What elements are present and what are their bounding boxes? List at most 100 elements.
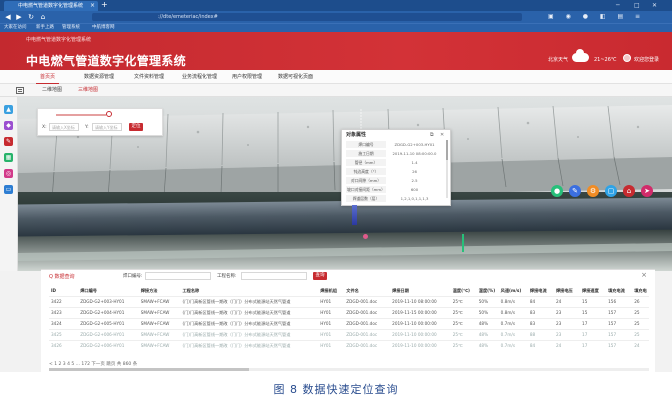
column-header[interactable]: 焊接日期 (390, 286, 451, 297)
user-menu[interactable]: 欢迎您登录 (634, 56, 659, 64)
bookmark-item[interactable]: 大家在访问 (4, 24, 27, 32)
column-header[interactable]: 焊接方法 (139, 286, 181, 297)
attr-row: 焊口编号 ZDGD-G2+003-HY01 (346, 141, 442, 148)
search-button[interactable]: 查询 (313, 272, 327, 280)
tab-2d-map[interactable]: 二维地图 (42, 86, 62, 95)
table-cell: 17 (582, 343, 588, 348)
y-coordinate-input[interactable]: 请输入Y坐标 (92, 123, 122, 131)
table-cell: ZDGD-001.doc (346, 343, 378, 348)
bookmark-item[interactable]: 管理系统 (62, 24, 80, 32)
green-marker[interactable] (462, 234, 464, 252)
selected-weld-marker[interactable] (352, 205, 357, 225)
query-title: Q 数据查询 (49, 274, 75, 280)
back-icon[interactable]: ◀ (3, 12, 13, 22)
table-cell: 157 (608, 332, 617, 337)
column-header[interactable]: 焊接机组 (318, 286, 344, 297)
column-header[interactable]: ID (49, 286, 78, 297)
tool-green-icon[interactable]: ● (551, 185, 563, 197)
table-row[interactable]: 3426 ZDGD-G2+006-HY01 SMAW+FCAW (门)门高新区管线一期… (49, 340, 649, 352)
table-cell: 48% (478, 343, 489, 348)
table-cell: (门)门高新区管线一期改（门门）分布式能源站天然气管道 (182, 299, 291, 304)
locate-button[interactable]: 定位 (129, 123, 143, 131)
tool-orange-icon[interactable]: ⚙ (587, 185, 599, 197)
column-header[interactable]: 湿度(%) (477, 286, 499, 297)
bookmark-item[interactable]: 中航博客网 (92, 24, 115, 32)
popup-scrollbar[interactable] (446, 140, 448, 198)
query-close-icon[interactable]: × (641, 271, 647, 279)
minimize-icon[interactable]: ─ (616, 0, 620, 11)
url-input[interactable]: ://dte/emeteriac/index# (92, 13, 522, 21)
tool-nav-icon[interactable]: ➤ (641, 185, 653, 197)
weld-no-input[interactable] (145, 272, 211, 280)
table-cell: HY01 (320, 299, 332, 304)
column-header[interactable]: 焊口编号 (78, 286, 139, 297)
measure-icon[interactable]: ◆ (4, 121, 13, 130)
column-header[interactable]: 填充电流 (606, 286, 632, 297)
tab-close-icon[interactable]: × (90, 1, 95, 11)
table-cell: 3425 (51, 332, 62, 337)
window-close-icon[interactable]: ✕ (652, 0, 657, 11)
column-header[interactable]: 焊接速度 (580, 286, 606, 297)
coordinate-panel: X: 请输入X坐标 Y: 请输入Y坐标 定位 (37, 108, 163, 136)
table-cell: 2019-11-10 00:00:00 (392, 332, 437, 337)
column-header[interactable]: 焊接电压 (554, 286, 580, 297)
browser-tab[interactable]: 中电燃气管道数字化管理系统 × (4, 1, 98, 11)
column-header[interactable]: 填充电 (632, 286, 649, 297)
maximize-icon[interactable]: □ (634, 0, 640, 11)
table-cell: 15 (582, 310, 588, 315)
draw-icon[interactable]: ✎ (4, 137, 13, 146)
column-header[interactable]: 风速(m/s) (499, 286, 528, 297)
x-coordinate-input[interactable]: 请输入X坐标 (49, 123, 79, 131)
menu-item-home[interactable]: 首页页 (35, 70, 60, 84)
column-header[interactable]: 温度(℃) (451, 286, 477, 297)
process-input[interactable] (241, 272, 307, 280)
menu-toggle-icon[interactable] (16, 87, 24, 94)
zoom-slider-handle[interactable] (106, 111, 112, 117)
column-header[interactable]: 工程名称 (180, 286, 318, 297)
new-tab-icon[interactable]: + (101, 0, 108, 10)
table-row[interactable]: 3422 ZDGD-G2+003-HY01 SMAW+FCAW (门)门高新区管线一期… (49, 296, 649, 308)
forward-icon[interactable]: ▶ (14, 12, 24, 22)
tab-3d-map[interactable]: 三维地图 (78, 86, 98, 95)
menu-item-process[interactable]: 业务流程化管理 (182, 70, 217, 84)
temperature-readout: 21~26℃ (594, 57, 617, 63)
menu-item-data[interactable]: 数据资源管理 (84, 70, 114, 84)
screen-icon[interactable]: ▭ (4, 185, 13, 194)
table-row[interactable]: 3425 ZDGD-G2+006-HY01 SMAW+FCAW (门)门高新区管线一期… (49, 329, 649, 341)
layer-icon[interactable]: ▲ (4, 105, 13, 114)
table-row[interactable]: 3423 ZDGD-G2+004-HY01 SMAW+FCAW (门)门高新区管线一期… (49, 307, 649, 319)
avatar[interactable] (623, 54, 631, 62)
tool-link-icon[interactable]: ✎ (569, 185, 581, 197)
attr-row: 对口间隙（mm） 2.5 (346, 177, 442, 184)
menu-item-users[interactable]: 用户权限管理 (232, 70, 262, 84)
table-cell: 0.7m/s (500, 343, 516, 348)
column-header[interactable]: 焊接电流 (528, 286, 554, 297)
table-row[interactable]: 3424 ZDGD-G2+005-HY01 SMAW+FCAW (门)门高新区管线一期… (49, 318, 649, 330)
target-icon[interactable]: ◎ (4, 169, 13, 178)
home-icon[interactable]: ⌂ (38, 12, 48, 22)
browser-toolbar-icons[interactable]: ▣ ◉ ● ◧ ▤ ≡ (548, 12, 645, 22)
screenshot: 中电燃气管道数字化管理系统 × + ─ □ ✕ ◀ ▶ ↻ ⌂ ://dte/e… (0, 0, 672, 372)
weather-label: 北京天气 (548, 57, 569, 63)
zoom-slider-track[interactable] (56, 114, 106, 116)
point-marker[interactable] (363, 234, 368, 239)
grid-icon[interactable]: ▦ (4, 153, 13, 162)
menu-item-visual[interactable]: 数据可视化页面 (278, 70, 313, 84)
table-cell: 25℃ (452, 299, 463, 304)
tool-box-icon[interactable]: ▢ (605, 185, 617, 197)
popup-expand-icon[interactable]: ⧉ (430, 132, 434, 139)
system-label: 中电燃气管道数字化管理系统 (26, 37, 92, 43)
table-cell: 48% (478, 321, 489, 326)
menu-item-files[interactable]: 文件资料管理 (134, 70, 164, 84)
column-header[interactable]: 文件名 (344, 286, 390, 297)
weld-no-label: 焊口编号: (123, 274, 143, 279)
table-cell: 156 (608, 299, 617, 304)
popup-close-icon[interactable]: ✕ (440, 132, 444, 139)
attr-row: 钝边高度（°） 26 (346, 168, 442, 175)
tool-home-icon[interactable]: ⌂ (623, 185, 635, 197)
browser-tab-title: 中电燃气管道数字化管理系统 (18, 3, 84, 9)
table-cell: 84 (529, 299, 536, 304)
bookmark-item[interactable]: 新手上路 (36, 24, 54, 32)
refresh-icon[interactable]: ↻ (26, 12, 36, 22)
table-horizontal-scrollbar[interactable] (49, 368, 649, 371)
